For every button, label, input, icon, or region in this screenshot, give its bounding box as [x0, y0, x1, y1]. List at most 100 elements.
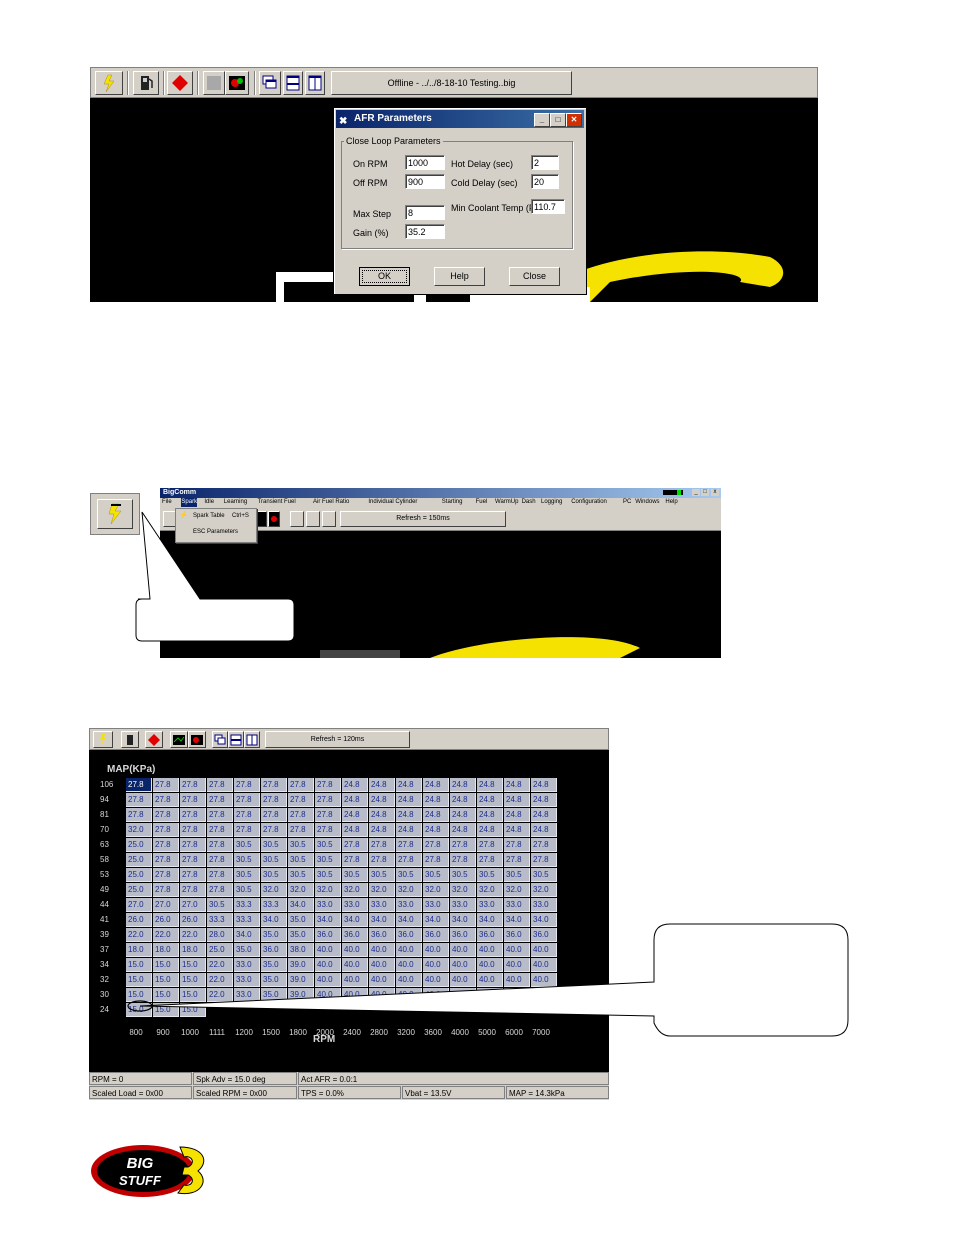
- menu-item-warmup[interactable]: WarmUp: [495, 498, 518, 507]
- table-cell[interactable]: 30.5: [369, 868, 395, 882]
- table-cell[interactable]: 33.0: [396, 898, 422, 912]
- table-cell[interactable]: 30.5: [234, 853, 260, 867]
- minimize-button[interactable]: _: [534, 113, 550, 127]
- table-cell[interactable]: 30.5: [315, 853, 341, 867]
- table-cell[interactable]: 27.8: [207, 823, 233, 837]
- table-cell[interactable]: 30.5: [423, 868, 449, 882]
- table-cell[interactable]: 30.5: [504, 868, 530, 882]
- table-cell[interactable]: 27.8: [288, 823, 314, 837]
- table-cell[interactable]: 27.8: [126, 808, 152, 822]
- table-cell[interactable]: 30.5: [261, 868, 287, 882]
- table-cell[interactable]: 32.0: [288, 883, 314, 897]
- tile-vertical-button[interactable]: [305, 71, 325, 95]
- off-rpm-input[interactable]: 900: [405, 174, 445, 189]
- menu-item-fuel[interactable]: Fuel: [476, 498, 488, 507]
- table-cell[interactable]: 25.0: [126, 868, 152, 882]
- table-cell[interactable]: 30.5: [315, 838, 341, 852]
- table-cell[interactable]: 27.8: [423, 853, 449, 867]
- table-cell[interactable]: 27.8: [234, 778, 260, 792]
- table-cell[interactable]: 30.5: [234, 838, 260, 852]
- table-cell[interactable]: 27.8: [261, 778, 287, 792]
- fuel-pump-button[interactable]: [133, 71, 159, 95]
- ok-button[interactable]: OK: [359, 267, 410, 286]
- close-window-button[interactable]: x: [711, 489, 719, 496]
- table-cell[interactable]: 27.8: [315, 793, 341, 807]
- table-cell[interactable]: 33.0: [342, 898, 368, 912]
- table-cell[interactable]: 24.8: [477, 778, 503, 792]
- gauge-button[interactable]: [203, 71, 225, 95]
- tile-horizontal-button[interactable]: [283, 71, 303, 95]
- table-cell[interactable]: 27.8: [207, 853, 233, 867]
- table-cell[interactable]: 27.8: [288, 778, 314, 792]
- table-cell[interactable]: 32.0: [477, 883, 503, 897]
- table-cell[interactable]: 24.8: [423, 808, 449, 822]
- table-cell[interactable]: 25.0: [126, 838, 152, 852]
- table-cell[interactable]: 27.8: [126, 778, 152, 792]
- spark-table-button[interactable]: [95, 71, 123, 95]
- table-cell[interactable]: 24.8: [504, 823, 530, 837]
- table-cell[interactable]: 27.8: [180, 853, 206, 867]
- table-cell[interactable]: 32.0: [261, 883, 287, 897]
- table-cell[interactable]: 30.5: [207, 898, 233, 912]
- table-cell[interactable]: 30.5: [531, 868, 557, 882]
- table-cell[interactable]: 27.8: [261, 823, 287, 837]
- table-cell[interactable]: 30.5: [315, 868, 341, 882]
- table-cell[interactable]: 24.8: [504, 793, 530, 807]
- table-cell[interactable]: 30.5: [288, 838, 314, 852]
- on-rpm-input[interactable]: 1000: [405, 155, 445, 170]
- menu-item-transient-fuel[interactable]: Transient Fuel: [258, 498, 296, 507]
- table-cell[interactable]: 27.8: [180, 808, 206, 822]
- menu-item-idle[interactable]: Idle: [204, 498, 214, 507]
- table-cell[interactable]: 24.8: [369, 808, 395, 822]
- table-cell[interactable]: 30.5: [234, 883, 260, 897]
- menu-item-configuration[interactable]: Configuration: [571, 498, 607, 507]
- table-cell[interactable]: 34.0: [288, 898, 314, 912]
- table-cell[interactable]: 32.0: [315, 883, 341, 897]
- table-cell[interactable]: 25.0: [126, 853, 152, 867]
- table-cell[interactable]: 27.8: [234, 823, 260, 837]
- table-cell[interactable]: 24.8: [369, 823, 395, 837]
- table-cell[interactable]: 24.8: [369, 778, 395, 792]
- table-cell[interactable]: 27.8: [180, 868, 206, 882]
- table-cell[interactable]: 24.8: [396, 808, 422, 822]
- tile-vertical-button[interactable]: [322, 511, 336, 527]
- table-cell[interactable]: 27.8: [180, 823, 206, 837]
- table-cell[interactable]: 27.8: [477, 853, 503, 867]
- table-cell[interactable]: 24.8: [396, 778, 422, 792]
- menu-item-learning[interactable]: Learning: [224, 498, 247, 507]
- table-cell[interactable]: 30.5: [342, 868, 368, 882]
- table-cell[interactable]: 27.8: [207, 883, 233, 897]
- table-cell[interactable]: 24.8: [504, 808, 530, 822]
- table-cell[interactable]: 27.8: [261, 793, 287, 807]
- table-cell[interactable]: 27.0: [180, 898, 206, 912]
- table-cell[interactable]: 24.8: [423, 793, 449, 807]
- menu-item-logging[interactable]: Logging: [541, 498, 562, 507]
- table-cell[interactable]: 33.0: [315, 898, 341, 912]
- table-cell[interactable]: 27.8: [342, 853, 368, 867]
- table-cell[interactable]: 32.0: [126, 823, 152, 837]
- table-cell[interactable]: 27.8: [234, 808, 260, 822]
- menu-item-windows[interactable]: Windows: [635, 498, 659, 507]
- afr-button[interactable]: [167, 71, 193, 95]
- table-cell[interactable]: 24.8: [477, 793, 503, 807]
- table-cell[interactable]: 24.8: [342, 823, 368, 837]
- table-cell[interactable]: 30.5: [261, 838, 287, 852]
- table-cell[interactable]: 27.8: [207, 838, 233, 852]
- menu-item-dash[interactable]: Dash: [522, 498, 536, 507]
- table-cell[interactable]: 24.8: [450, 808, 476, 822]
- spark-table-grid[interactable]: 106 94 81 70 63 58 53 49 44 41 39 37 34 32 30 24 27.8 27.…: [89, 728, 609, 1100]
- table-cell[interactable]: 30.5: [288, 868, 314, 882]
- table-cell[interactable]: 24.8: [531, 823, 557, 837]
- table-cell[interactable]: 27.8: [234, 793, 260, 807]
- table-cell[interactable]: 24.8: [531, 778, 557, 792]
- menu-item-spark[interactable]: Spark: [181, 498, 198, 507]
- table-cell[interactable]: 32.0: [531, 883, 557, 897]
- table-cell[interactable]: 24.8: [450, 823, 476, 837]
- table-cell[interactable]: 27.8: [531, 838, 557, 852]
- table-cell[interactable]: 27.8: [153, 883, 179, 897]
- maximize-button[interactable]: □: [701, 489, 709, 496]
- table-cell[interactable]: 24.8: [450, 778, 476, 792]
- table-cell[interactable]: 24.8: [396, 823, 422, 837]
- menu-item-pc[interactable]: PC: [623, 498, 631, 507]
- table-cell[interactable]: 33.3: [234, 898, 260, 912]
